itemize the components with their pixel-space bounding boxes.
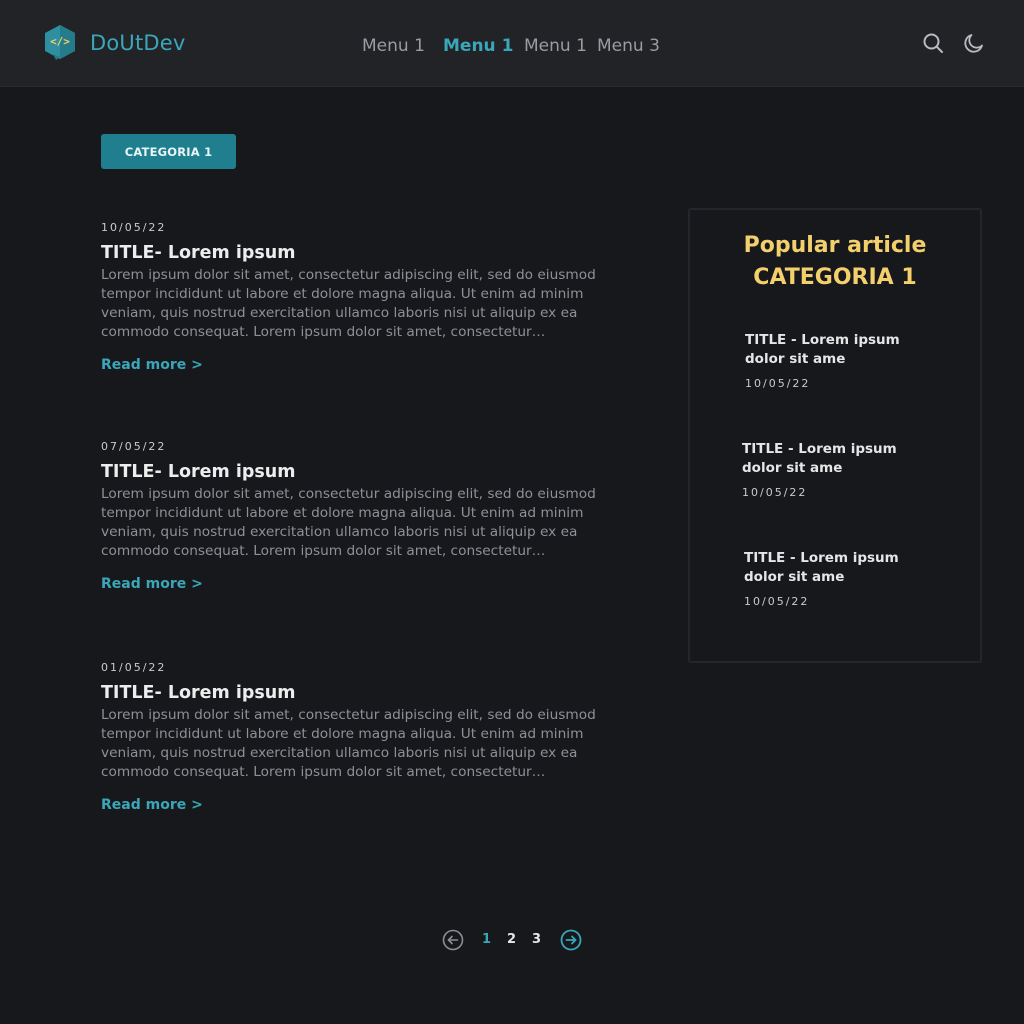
read-more-link[interactable]: Read more > (101, 576, 203, 592)
article-card: 10/05/22 TITLE- Lorem ipsum Lorem ipsum … (101, 221, 611, 373)
popular-article-date: 10/05/22 (742, 486, 808, 499)
arrow-right-circle-icon[interactable] (560, 929, 582, 951)
popular-article-date: 10/05/22 (744, 595, 810, 608)
page-1[interactable]: 1 (482, 932, 491, 947)
article-date: 01/05/22 (101, 661, 167, 674)
page-2[interactable]: 2 (507, 932, 516, 947)
article-date: 07/05/22 (101, 440, 167, 453)
popular-article-item[interactable]: TITLE - Lorem ipsum dolor sit ame 10/05/… (744, 549, 934, 608)
popular-article-date: 10/05/22 (745, 377, 811, 390)
sidebar-title-line2: CATEGORIA 1 (753, 265, 917, 290)
search-icon[interactable] (921, 31, 945, 55)
popular-articles-sidebar: Popular article CATEGORIA 1 TITLE - Lore… (688, 208, 982, 663)
article-card: 01/05/22 TITLE- Lorem ipsum Lorem ipsum … (101, 661, 611, 813)
read-more-link[interactable]: Read more > (101, 797, 203, 813)
popular-article-title[interactable]: TITLE - Lorem ipsum dolor sit ame (744, 549, 934, 587)
article-date: 10/05/22 (101, 221, 167, 234)
nav-item-menu-1-active[interactable]: Menu 1 (443, 36, 513, 56)
brand-name[interactable]: DoUtDev (90, 31, 186, 55)
article-title[interactable]: TITLE- Lorem ipsum (101, 683, 611, 703)
page-3[interactable]: 3 (532, 932, 541, 947)
popular-article-title[interactable]: TITLE - Lorem ipsum dolor sit ame (745, 331, 935, 369)
article-title[interactable]: TITLE- Lorem ipsum (101, 243, 611, 263)
arrow-left-circle-icon[interactable] (442, 929, 464, 951)
category-button[interactable]: CATEGORIA 1 (101, 134, 236, 169)
article-excerpt: Lorem ipsum dolor sit amet, consectetur … (101, 267, 596, 340)
nav-item-menu-3[interactable]: Menu 3 (597, 36, 660, 56)
logo-glyph: </> (50, 35, 70, 48)
moon-icon[interactable] (962, 31, 986, 55)
popular-article-item[interactable]: TITLE - Lorem ipsum dolor sit ame 10/05/… (742, 440, 932, 499)
popular-article-title[interactable]: TITLE - Lorem ipsum dolor sit ame (742, 440, 932, 478)
article-excerpt: Lorem ipsum dolor sit amet, consectetur … (101, 707, 596, 780)
sidebar-title-line1: Popular article (743, 233, 927, 258)
popular-article-item[interactable]: TITLE - Lorem ipsum dolor sit ame 10/05/… (745, 331, 935, 390)
nav-item-menu-1[interactable]: Menu 1 (362, 36, 425, 56)
top-header: </> DoUtDev Menu 1 Menu 1 Menu 1 Menu 3 (0, 0, 1024, 87)
read-more-link[interactable]: Read more > (101, 357, 203, 373)
article-excerpt: Lorem ipsum dolor sit amet, consectetur … (101, 486, 596, 559)
article-title[interactable]: TITLE- Lorem ipsum (101, 462, 611, 482)
nav-item-menu-1-b[interactable]: Menu 1 (524, 36, 587, 56)
article-card: 07/05/22 TITLE- Lorem ipsum Lorem ipsum … (101, 440, 611, 592)
sidebar-title: Popular article CATEGORIA 1 (690, 230, 980, 294)
logo-icon[interactable]: </> (44, 24, 76, 60)
